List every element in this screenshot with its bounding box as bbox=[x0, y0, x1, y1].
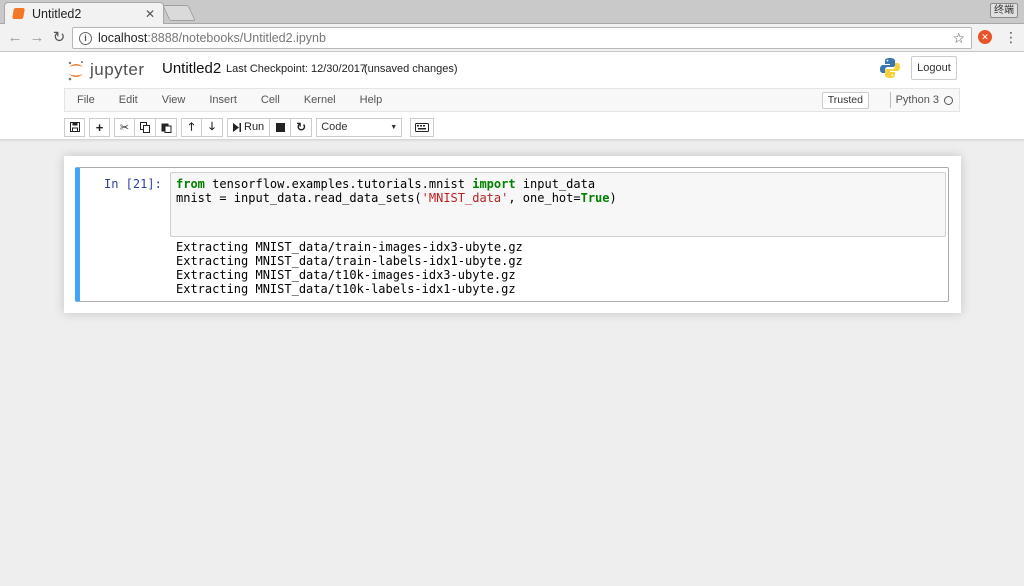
stop-icon bbox=[275, 122, 285, 132]
save-status: (unsaved changes) bbox=[364, 63, 458, 75]
cell-type-value: Code bbox=[321, 121, 348, 133]
step-forward-icon bbox=[233, 122, 241, 132]
menu-kernel[interactable]: Kernel bbox=[292, 89, 348, 111]
url-host: localhost bbox=[98, 31, 148, 45]
browser-menu-icon[interactable]: ⋮ bbox=[1004, 30, 1018, 44]
arrow-down-icon: 🡓 bbox=[209, 120, 215, 133]
menubar-container: File Edit View Insert Cell Kernel Help T… bbox=[0, 88, 1024, 140]
trusted-badge[interactable]: Trusted bbox=[821, 92, 869, 109]
extension-icon[interactable]: ✕ bbox=[978, 30, 992, 44]
reload-icon[interactable]: ↻ bbox=[50, 29, 68, 47]
last-checkpoint: Last Checkpoint: 12/30/2017 bbox=[226, 63, 367, 75]
notebook-toolbar: + ✂ 🡑 🡓 Run ↻ Code ▼ bbox=[64, 116, 435, 138]
menu-cell[interactable]: Cell bbox=[249, 89, 292, 111]
code-text: input_data bbox=[515, 177, 596, 191]
insert-cell-button[interactable]: + bbox=[89, 117, 110, 137]
cell-type-select[interactable]: Code ▼ bbox=[316, 117, 403, 137]
code-keyword: True bbox=[580, 191, 610, 205]
jupyter-wordmark: jupyter bbox=[90, 60, 145, 79]
output-line: Extracting MNIST_data/t10k-images-idx3-u… bbox=[176, 268, 516, 282]
new-tab-button[interactable] bbox=[162, 5, 196, 21]
kernel-divider bbox=[890, 92, 891, 108]
cut-cell-button[interactable]: ✂ bbox=[114, 117, 135, 137]
output-line: Extracting MNIST_data/t10k-labels-idx1-u… bbox=[176, 282, 516, 296]
run-button-label: Run bbox=[244, 121, 265, 133]
notebook-container: In [21]: from tensorflow.examples.tutori… bbox=[64, 156, 961, 313]
arrow-up-icon: 🡑 bbox=[188, 120, 195, 133]
interrupt-kernel-button[interactable] bbox=[270, 117, 292, 137]
move-down-button[interactable]: 🡓 bbox=[202, 117, 223, 137]
code-text: , one_hot= bbox=[508, 191, 581, 205]
url-path: :8888/notebooks/Untitled2.ipynb bbox=[147, 31, 326, 45]
browser-address-bar: ← → ↻ i localhost :8888/notebooks/Untitl… bbox=[0, 24, 1024, 52]
window-control-button[interactable]: 终端 bbox=[990, 3, 1018, 18]
keyboard-icon bbox=[415, 122, 430, 132]
menu-help[interactable]: Help bbox=[348, 89, 395, 111]
restart-icon: ↻ bbox=[296, 120, 307, 134]
site-info-icon[interactable]: i bbox=[79, 31, 92, 45]
scissors-icon: ✂ bbox=[119, 121, 130, 134]
copy-cell-button[interactable] bbox=[135, 117, 156, 137]
plus-icon: + bbox=[95, 119, 104, 135]
code-string: 'MNIST_data' bbox=[421, 191, 509, 205]
code-editor[interactable]: from tensorflow.examples.tutorials.mnist… bbox=[170, 172, 946, 237]
copy-icon bbox=[139, 121, 150, 133]
url-input[interactable]: i localhost :8888/notebooks/Untitled2.ip… bbox=[72, 27, 972, 49]
menu-edit[interactable]: Edit bbox=[107, 89, 150, 111]
menu-file[interactable]: File bbox=[65, 89, 107, 111]
code-text: mnist = input_data.read_data_sets( bbox=[176, 191, 422, 205]
kernel-name[interactable]: Python 3 bbox=[896, 94, 939, 106]
notebook-header: jupyter Untitled2 Last Checkpoint: 12/30… bbox=[0, 52, 1024, 88]
output-line: Extracting MNIST_data/train-labels-idx1-… bbox=[176, 254, 523, 268]
code-cell[interactable]: In [21]: from tensorflow.examples.tutori… bbox=[75, 167, 949, 302]
jupyter-logo[interactable]: jupyter bbox=[66, 59, 145, 81]
logout-button[interactable]: Logout bbox=[911, 56, 957, 80]
menu-view[interactable]: View bbox=[150, 89, 198, 111]
restart-kernel-button[interactable]: ↻ bbox=[291, 117, 313, 137]
code-keyword: import bbox=[472, 177, 516, 191]
jupyter-logo-icon bbox=[68, 61, 83, 81]
caret-down-icon: ▼ bbox=[390, 123, 398, 131]
input-prompt: In [21]: bbox=[104, 177, 162, 191]
run-button[interactable]: Run bbox=[227, 117, 271, 137]
paste-icon bbox=[161, 123, 171, 133]
save-button[interactable] bbox=[64, 117, 85, 137]
tab-close-icon[interactable]: ✕ bbox=[145, 7, 155, 21]
menu-insert[interactable]: Insert bbox=[197, 89, 249, 111]
code-text: ) bbox=[609, 191, 617, 205]
notebook-title[interactable]: Untitled2 bbox=[162, 60, 221, 77]
back-arrow-icon[interactable]: ← bbox=[6, 29, 24, 47]
save-icon bbox=[69, 122, 80, 132]
output-line: Extracting MNIST_data/train-images-idx3-… bbox=[176, 240, 523, 254]
move-up-button[interactable]: 🡑 bbox=[181, 117, 202, 137]
browser-tab-title: Untitled2 bbox=[32, 6, 82, 21]
jupyter-favicon-icon bbox=[12, 8, 25, 19]
command-palette-button[interactable] bbox=[410, 117, 435, 137]
menubar: File Edit View Insert Cell Kernel Help T… bbox=[64, 88, 960, 112]
bookmark-star-icon[interactable]: ☆ bbox=[952, 30, 965, 47]
forward-arrow-icon[interactable]: → bbox=[28, 29, 46, 47]
python-logo-icon bbox=[880, 58, 900, 78]
code-keyword: from bbox=[176, 177, 205, 191]
paste-cell-button[interactable] bbox=[156, 117, 177, 137]
browser-tab[interactable]: Untitled2 ✕ bbox=[4, 2, 164, 24]
kernel-idle-indicator-icon bbox=[944, 96, 953, 105]
cell-output: Extracting MNIST_data/train-images-idx3-… bbox=[176, 240, 523, 296]
code-text: tensorflow.examples.tutorials.mnist bbox=[204, 177, 473, 191]
browser-tab-strip: Untitled2 ✕ 终端 bbox=[0, 0, 1024, 24]
